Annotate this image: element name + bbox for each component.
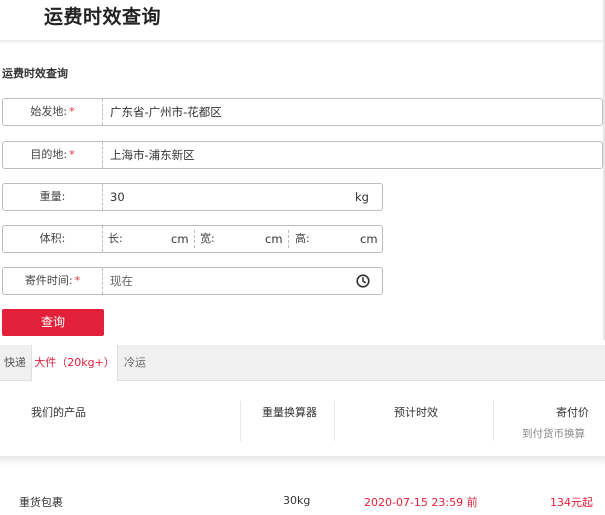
send-time-label: 寄件时间: * (3, 268, 103, 294)
page-header: 运费时效查询 (0, 0, 605, 40)
send-time-field[interactable]: 寄件时间: * 现在 (2, 267, 383, 295)
row-product: 重货包裹 (19, 496, 63, 509)
clock-icon[interactable] (356, 274, 370, 288)
column-divider (493, 401, 494, 441)
weight-converter-link[interactable]: 重量换算器 (262, 404, 317, 420)
required-mark: * (74, 274, 81, 287)
volume-divider (194, 230, 195, 248)
weight-unit: kg (355, 190, 369, 204)
height-label: 高: (295, 232, 310, 245)
row-eta: 2020-07-15 23:59 前 (364, 496, 478, 509)
weight-field[interactable]: 重量: 30 kg (2, 183, 383, 211)
required-mark: * (69, 105, 75, 118)
origin-field[interactable]: 始发地: * 广东省-广州市-花都区 (2, 98, 603, 126)
tab-express[interactable]: 快递 (4, 345, 26, 381)
length-unit: cm (171, 232, 189, 246)
volume-field: 体积: 长: cm 宽: cm 高: cm (2, 225, 383, 253)
length-label: 长: (108, 232, 123, 245)
volume-divider (288, 230, 289, 248)
table-header-divider (0, 456, 605, 466)
currency-converter-link[interactable]: 到付货币换算 (522, 426, 585, 441)
row-price: 134元起 (550, 496, 593, 509)
col-header-product: 我们的产品 (31, 406, 86, 419)
col-header-price: 寄付价 (556, 406, 589, 419)
destination-field[interactable]: 目的地: * 上海市-浦东新区 (2, 141, 603, 169)
tab-cold-chain[interactable]: 冷运 (124, 345, 146, 381)
origin-value: 广东省-广州市-花都区 (110, 105, 222, 119)
origin-label: 始发地: * (3, 99, 103, 125)
page: 运费时效查询 运费时效查询 始发地: * 广东省-广州市-花都区 目的地: * 上海… (0, 0, 605, 515)
height-unit: cm (360, 232, 378, 246)
width-unit: cm (265, 232, 283, 246)
destination-value: 上海市-浦东新区 (110, 148, 195, 162)
volume-label: 体积: (3, 226, 103, 252)
col-header-eta: 预计时效 (394, 406, 438, 419)
column-divider (334, 401, 335, 441)
section-title: 运费时效查询 (2, 67, 68, 80)
width-label: 宽: (200, 232, 215, 245)
send-time-input[interactable]: 现在 (110, 268, 133, 294)
required-mark: * (69, 148, 75, 161)
header-divider (0, 40, 605, 44)
weight-input[interactable]: 30 (110, 184, 125, 210)
destination-label: 目的地: * (3, 142, 103, 168)
page-title: 运费时效查询 (44, 6, 162, 28)
tab-bar: 快递 大件（20kg+） 冷运 (0, 345, 605, 382)
query-button[interactable]: 查询 (2, 309, 104, 336)
row-weight: 30kg (283, 494, 311, 507)
tab-large-item[interactable]: 大件（20kg+） (31, 345, 118, 382)
weight-label: 重量: (3, 184, 103, 210)
column-divider (240, 401, 241, 441)
